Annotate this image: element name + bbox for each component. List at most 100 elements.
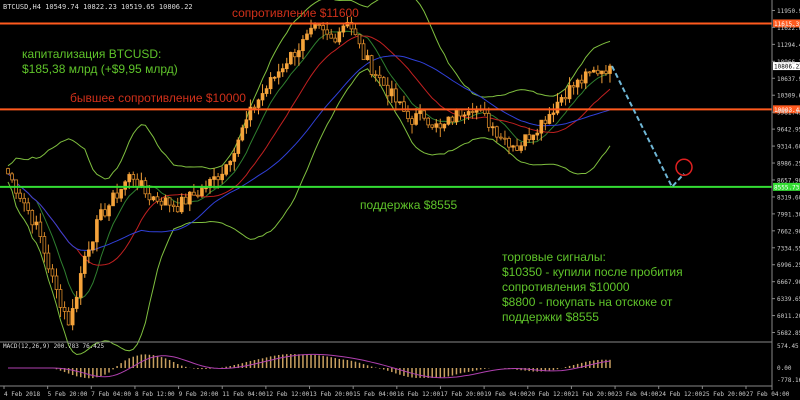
- candle-body: [466, 111, 471, 116]
- candle-body: [321, 25, 325, 31]
- candle-body: [179, 196, 184, 213]
- candle-body: [414, 113, 418, 125]
- candle-body: [216, 176, 220, 181]
- candle-body: [224, 164, 228, 175]
- candle-body: [175, 206, 180, 213]
- candle-body: [592, 69, 596, 73]
- candle-body: [398, 101, 402, 104]
- y-tick-label: 7991.30: [777, 211, 800, 218]
- candle-body: [244, 119, 249, 129]
- y-tick-label: 8319.60: [777, 194, 800, 201]
- candle-body: [22, 197, 26, 204]
- x-tick-label: 13 Feb 20:00: [310, 391, 354, 398]
- candle-body: [535, 132, 540, 136]
- candle-body: [430, 124, 435, 128]
- candle-body: [34, 221, 39, 226]
- candle-body: [357, 34, 362, 45]
- candle-body: [293, 52, 297, 58]
- candle-body: [571, 85, 576, 88]
- x-tick-label: 9 Feb 20:00: [179, 391, 219, 398]
- candle-body: [220, 173, 224, 181]
- price-chart[interactable]: 11615.3510003.428555.7310806.22 574.450.…: [0, 0, 800, 400]
- candle-body: [486, 113, 491, 128]
- candle-body: [38, 221, 43, 237]
- candle-body: [511, 145, 515, 148]
- candle-body: [183, 196, 188, 205]
- candle-body: [305, 33, 309, 40]
- candle-body: [499, 136, 503, 139]
- candle-body: [600, 70, 604, 75]
- resistance-label: сопротивление $11600: [232, 6, 359, 20]
- candle-body: [442, 123, 447, 129]
- candle-body: [46, 252, 51, 270]
- candle-body: [462, 114, 467, 117]
- candle-body: [200, 187, 204, 197]
- x-tick-label: 27 Feb 04:00: [746, 391, 790, 398]
- y-tick-label: 9314.60: [777, 144, 800, 151]
- x-tick-label: 7 Feb 04:00: [91, 391, 131, 398]
- candle-body: [6, 168, 10, 175]
- candle-body: [377, 74, 382, 79]
- candle-body: [381, 77, 386, 86]
- candle-body: [365, 55, 370, 61]
- candle-body: [192, 191, 196, 196]
- candle-body: [151, 196, 156, 201]
- candle-body: [91, 241, 95, 251]
- signals-line-4: $8800 - покупать на отскоке от: [502, 295, 673, 309]
- candle-body: [390, 88, 394, 97]
- candle-body: [587, 71, 592, 74]
- candle-body: [127, 174, 132, 183]
- x-tick-label: 15 Feb 04:00: [353, 391, 397, 398]
- candle-body: [111, 192, 115, 207]
- candle-body: [470, 111, 475, 113]
- x-tick-label: 17 Feb 20:00: [440, 391, 484, 398]
- candle-body: [353, 28, 358, 36]
- y-tick-label: 7334.55: [777, 245, 800, 252]
- candle-body: [289, 52, 293, 65]
- candle-body: [361, 43, 366, 61]
- y-tick-label: 8986.25: [777, 161, 800, 168]
- candle-body: [58, 289, 63, 308]
- candle-body: [163, 197, 168, 206]
- y-tick-label: 11294.40: [777, 42, 800, 49]
- candle-body: [555, 101, 560, 114]
- former-resistance-label: бывшее сопротивление $10000: [70, 91, 246, 105]
- candle-body: [418, 110, 422, 115]
- candle-body: [604, 70, 608, 74]
- candle-body: [422, 110, 426, 119]
- candle-body: [70, 308, 75, 326]
- candle-body: [394, 88, 398, 103]
- support-label: поддержка $8555: [360, 198, 458, 212]
- candle-body: [337, 31, 342, 43]
- macd-tick-label: 0.00: [777, 365, 792, 372]
- candle-body: [30, 210, 35, 226]
- candle-body: [410, 118, 414, 125]
- candle-body: [450, 116, 455, 123]
- candle-body: [527, 134, 531, 141]
- x-tick-label: 16 Feb 12:00: [397, 391, 441, 398]
- x-tick-label: 21 Feb 20:00: [571, 391, 615, 398]
- signals-line-5: поддержки $8555: [502, 310, 599, 324]
- candle-body: [147, 193, 152, 201]
- x-tick-label: 20 Feb 12:00: [528, 391, 572, 398]
- x-tick-label: 4 Feb 2018: [4, 391, 41, 398]
- candle-body: [385, 84, 390, 97]
- candle-body: [115, 192, 119, 199]
- candle-body: [596, 69, 600, 75]
- y-tick-label: 6667.90: [777, 279, 800, 286]
- chart-header: BTCUSD,H4 10549.74 10822.23 10519.65 108…: [3, 3, 193, 11]
- candle-body: [236, 139, 241, 154]
- candle-body: [276, 71, 281, 78]
- candle-body: [135, 178, 140, 187]
- x-tick-label: 11 Feb 04:00: [222, 391, 266, 398]
- signals-line-2: $10350 - купили после пробития: [502, 265, 683, 279]
- candle-body: [131, 174, 136, 180]
- candle-body: [87, 249, 91, 257]
- cap-line-1: капитализация BTCUSD:: [22, 47, 161, 61]
- candle-body: [317, 24, 321, 27]
- y-tick-label: 8657.90: [777, 177, 800, 184]
- candle-body: [62, 307, 67, 312]
- candle-body: [583, 71, 588, 84]
- candle-body: [325, 29, 329, 35]
- candle-body: [196, 194, 200, 197]
